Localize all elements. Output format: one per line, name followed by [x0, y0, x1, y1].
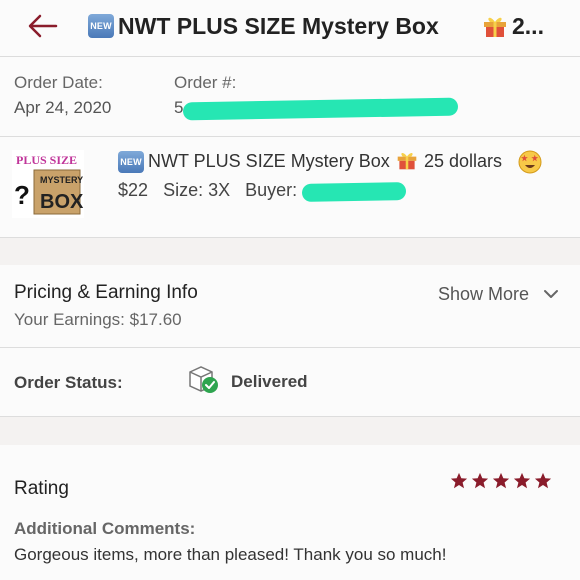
buyer-name-redaction: [301, 182, 407, 202]
divider: [0, 237, 580, 238]
item-title-suffix: 25 dollars: [424, 151, 503, 171]
star-icon: [534, 472, 552, 489]
page-title-suffix: 2...: [512, 13, 544, 39]
item-price: $22: [118, 180, 149, 200]
svg-text:?: ?: [14, 180, 30, 210]
top-bar: NEW NWT PLUS SIZE Mystery Box 2...: [0, 0, 580, 57]
order-number-value: 5: [174, 98, 184, 117]
buyer-label: Buyer:: [245, 180, 298, 200]
svg-text:PLUS SIZE: PLUS SIZE: [16, 153, 77, 167]
item-title[interactable]: NWT PLUS SIZE Mystery Box: [148, 151, 390, 172]
pricing-section[interactable]: [0, 265, 580, 347]
order-status-value: Delivered: [231, 372, 308, 391]
order-number-label: Order #:: [174, 73, 237, 92]
star-icon: [450, 472, 468, 489]
star-icon: [513, 472, 531, 489]
mystery-box-image: PLUS SIZE MYSTERY BOX ?: [14, 153, 84, 215]
back-arrow-icon[interactable]: [26, 12, 60, 40]
divider: [0, 416, 580, 417]
comments-text: Gorgeous items, more than pleased! Thank…: [14, 545, 447, 564]
pricing-title: Pricing & Earning Info: [14, 282, 198, 303]
gift-icon: [397, 153, 417, 170]
item-size: Size: 3X: [163, 180, 231, 200]
new-badge-icon: NEW: [88, 14, 114, 38]
item-thumbnail[interactable]: PLUS SIZE MYSTERY BOX ?: [12, 150, 84, 218]
order-date-value: Apr 24, 2020: [14, 98, 112, 117]
svg-text:BOX: BOX: [40, 191, 84, 213]
page-title: NWT PLUS SIZE Mystery Box: [118, 13, 439, 39]
divider: [0, 136, 580, 137]
star-struck-emoji-icon: [518, 150, 542, 174]
rating-title: Rating: [14, 478, 69, 499]
gift-icon: [484, 17, 506, 37]
show-more-link[interactable]: Show More: [438, 284, 529, 305]
order-date-label: Order Date:: [14, 73, 103, 92]
svg-text:MYSTERY: MYSTERY: [40, 175, 83, 185]
earnings-text: Your Earnings: $17.60: [14, 310, 182, 329]
chevron-down-icon[interactable]: [543, 288, 559, 300]
delivered-package-icon: [189, 366, 218, 393]
star-icon: [492, 472, 510, 489]
order-status-label: Order Status:: [14, 373, 123, 392]
new-badge-icon: NEW: [118, 151, 144, 173]
comments-label: Additional Comments:: [14, 519, 196, 538]
star-rating: [450, 472, 552, 490]
item-details: $22 Size: 3X Buyer:: [118, 180, 307, 201]
star-icon: [471, 472, 489, 489]
